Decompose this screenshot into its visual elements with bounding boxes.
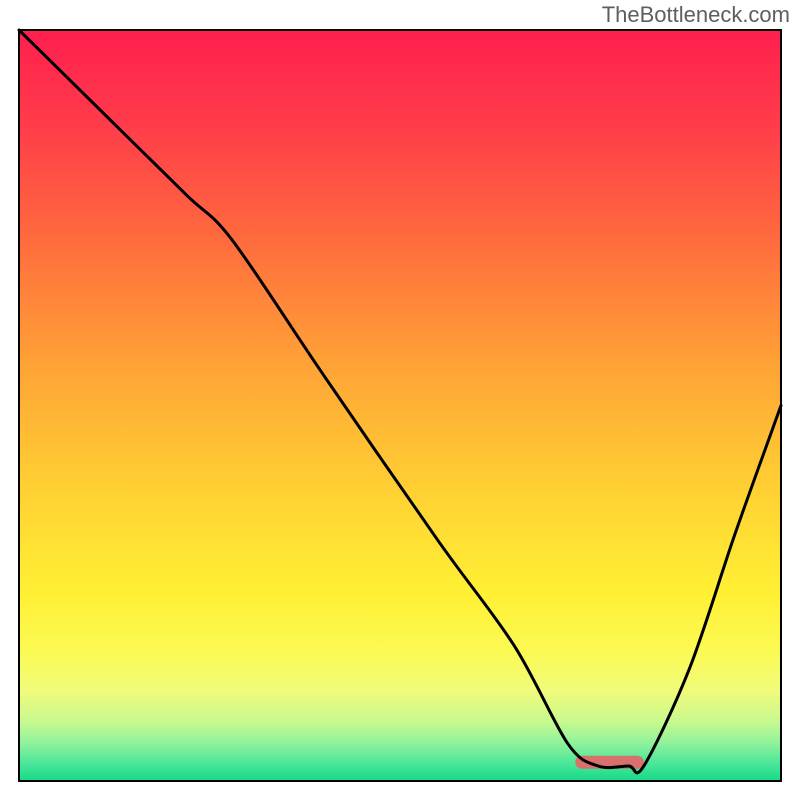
watermark-text: TheBottleneck.com	[602, 2, 790, 28]
bottleneck-chart	[0, 0, 800, 800]
chart-container: TheBottleneck.com	[0, 0, 800, 800]
